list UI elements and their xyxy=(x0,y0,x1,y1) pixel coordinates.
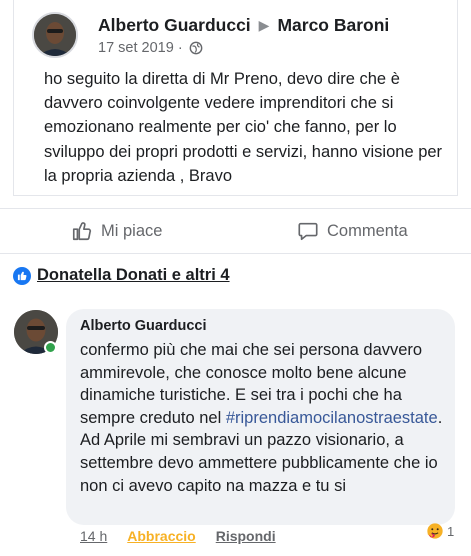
like-label: Mi piace xyxy=(101,221,163,240)
comment-label: Commenta xyxy=(327,221,408,240)
reactors-link[interactable]: Donatella Donati e altri 4 xyxy=(37,266,230,285)
thumbs-up-icon xyxy=(72,222,92,241)
post-author-name[interactable]: Alberto Guarducci xyxy=(98,15,251,36)
comment-author-name[interactable]: Alberto Guarducci xyxy=(80,318,207,334)
comment-reaction-count[interactable]: 1 xyxy=(426,522,454,540)
like-badge-icon xyxy=(13,266,31,285)
post-recipient-name[interactable]: Marco Baroni xyxy=(277,15,389,36)
globe-icon xyxy=(189,41,203,55)
post-card: Alberto Guarducci ▶ Marco Baroni 17 set … xyxy=(13,0,458,196)
comment-button[interactable]: Commenta xyxy=(297,220,408,242)
post-header: Alberto Guarducci ▶ Marco Baroni xyxy=(98,15,389,36)
post-date[interactable]: 17 set 2019 · xyxy=(98,40,183,56)
hashtag-link[interactable]: #riprendiamocilanostraestate xyxy=(226,409,438,427)
post-text: ho seguito la diretta di Mr Preno, devo … xyxy=(44,70,443,185)
hug-reaction-icon xyxy=(427,523,443,539)
post-author-avatar[interactable] xyxy=(32,12,78,58)
comment-text: confermo più che mai che sei persona dav… xyxy=(80,339,452,497)
online-status-indicator xyxy=(44,341,57,354)
comment-timestamp[interactable]: 14 h xyxy=(80,528,107,544)
reply-button[interactable]: Rispondi xyxy=(216,528,276,544)
post-meta: 17 set 2019 · xyxy=(98,40,203,56)
like-button[interactable]: Mi piace xyxy=(71,220,162,242)
comment-icon xyxy=(298,222,318,241)
hug-reaction-button[interactable]: Abbraccio xyxy=(127,528,195,544)
arrow-icon: ▶ xyxy=(258,17,270,33)
reaction-count-value: 1 xyxy=(447,523,455,539)
comment-bubble: Alberto Guarducci confermo più che mai c… xyxy=(66,309,455,525)
comment-footer: 14 h Abbraccio Rispondi xyxy=(80,528,276,544)
reactions-summary[interactable]: Donatella Donati e altri 4 xyxy=(13,266,230,285)
post-actions-bar: Mi piace Commenta xyxy=(0,208,471,254)
